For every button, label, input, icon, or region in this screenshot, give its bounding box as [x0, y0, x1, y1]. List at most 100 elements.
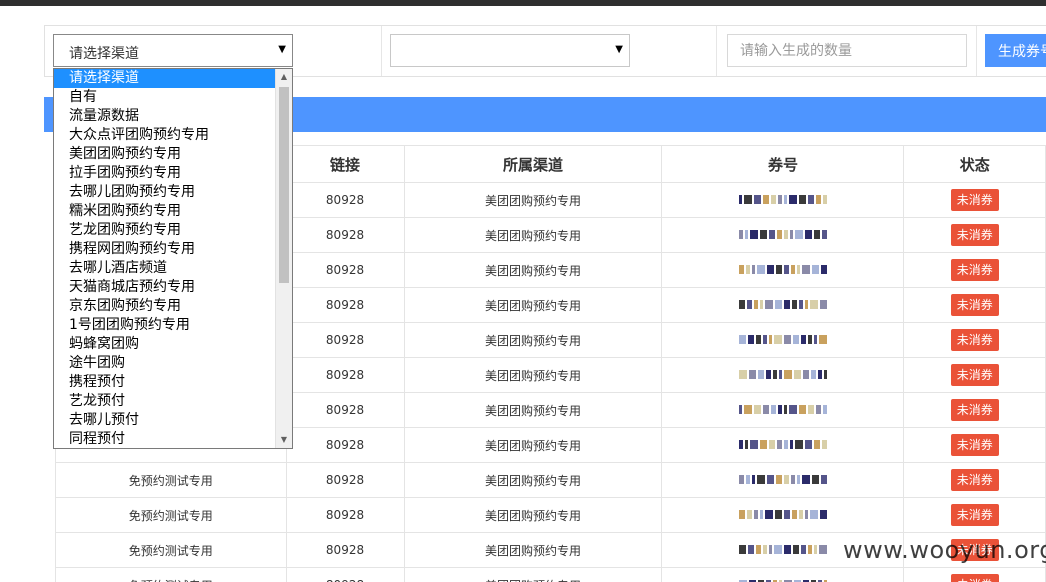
row-channel: 美团团购预约专用 [403, 182, 663, 218]
pixel-block [753, 195, 761, 204]
pixel-block [809, 300, 818, 309]
channel-dropdown-list[interactable]: 请选择渠道 自有 流量源数据 大众点评团购预约专用 美团团购预约专用 拉手团购预约专用 去哪… [53, 68, 293, 449]
channel-option[interactable]: 去哪儿团购预约专用 [54, 183, 292, 202]
pixel-block [738, 300, 745, 309]
pixel-block [775, 265, 782, 274]
pixel-block [815, 195, 821, 204]
status-badge[interactable]: 未消券 [950, 364, 999, 386]
channel-option[interactable]: 去哪儿酒店频道 [54, 259, 292, 278]
pixel-block [772, 370, 777, 379]
pixel-block [819, 510, 827, 519]
status-badge[interactable]: 未消券 [950, 189, 999, 211]
status-badge[interactable]: 未消券 [950, 224, 999, 246]
pixel-block [755, 545, 761, 554]
pixel-block [810, 370, 816, 379]
status-badge[interactable]: 未消券 [950, 504, 999, 526]
channel-option[interactable]: 1号团团购预约专用 [54, 316, 292, 335]
channel-option[interactable]: 拉手团购预约专用 [54, 164, 292, 183]
pixel-block [777, 405, 782, 414]
channel-option[interactable]: 糯米团购预约专用 [54, 202, 292, 221]
pixelated-code [729, 402, 837, 418]
channel-select[interactable]: 请选择渠道 ▼ [53, 34, 293, 67]
pixel-block [790, 265, 795, 274]
pixel-block [798, 195, 806, 204]
header-status: 状态 [903, 145, 1046, 183]
pixel-block [738, 230, 743, 239]
pixel-block [818, 545, 827, 554]
header-channel: 所属渠道 [403, 145, 663, 183]
pixel-block [798, 300, 803, 309]
row-name: 免预约测试专用 [55, 462, 287, 498]
pixel-block [751, 265, 755, 274]
pixel-block [764, 510, 773, 519]
row-channel: 美团团购预约专用 [403, 322, 663, 358]
channel-option[interactable]: 请选择渠道 [54, 69, 292, 88]
row-link: 80928 [285, 532, 405, 568]
pixel-block [756, 265, 765, 274]
dropdown-scrollbar[interactable]: ▲ ▼ [275, 69, 292, 448]
status-badge[interactable]: 未消券 [950, 329, 999, 351]
channel-option[interactable]: 蚂蜂窝团购 [54, 335, 292, 354]
row-channel: 美团团购预约专用 [403, 567, 663, 582]
row-link: 80928 [285, 287, 405, 323]
row-name: 免预约测试专用 [55, 567, 287, 582]
row-status: 未消券 [903, 462, 1046, 498]
channel-option[interactable]: 同程预付 [54, 430, 292, 448]
pixel-block [743, 405, 752, 414]
caret-down-icon: ▼ [278, 44, 286, 55]
channel-option[interactable]: 去哪儿预付 [54, 411, 292, 430]
row-link: 80928 [285, 182, 405, 218]
pixel-block [738, 475, 744, 484]
pixel-block [813, 545, 817, 554]
pixel-block [788, 195, 797, 204]
channel-option[interactable]: 流量源数据 [54, 107, 292, 126]
status-badge[interactable]: 未消券 [950, 259, 999, 281]
pixel-block [820, 475, 827, 484]
status-badge[interactable]: 未消券 [950, 574, 999, 582]
pixel-block [753, 405, 761, 414]
pixel-block [746, 510, 752, 519]
row-channel: 美团团购预约专用 [403, 392, 663, 428]
generate-codes-button[interactable]: 生成券号 [985, 34, 1046, 67]
channel-option[interactable]: 天猫商城店预约专用 [54, 278, 292, 297]
row-status: 未消券 [903, 567, 1046, 582]
pixel-block [759, 300, 763, 309]
channel-option[interactable]: 自有 [54, 88, 292, 107]
scroll-up-arrow-icon[interactable]: ▲ [276, 69, 292, 85]
row-channel: 美团团购预约专用 [403, 532, 663, 568]
pixel-block [783, 405, 787, 414]
channel-option[interactable]: 途牛团购 [54, 354, 292, 373]
pixel-block [747, 545, 754, 554]
channel-option[interactable]: 携程预付 [54, 373, 292, 392]
status-badge[interactable]: 未消券 [950, 399, 999, 421]
status-badge[interactable]: 未消券 [950, 469, 999, 491]
scroll-down-arrow-icon[interactable]: ▼ [276, 432, 292, 448]
pixel-block [815, 405, 821, 414]
row-status: 未消券 [903, 217, 1046, 253]
pixel-block [774, 510, 782, 519]
pixel-block [738, 335, 746, 344]
channel-option[interactable]: 美团团购预约专用 [54, 145, 292, 164]
filter-divider [716, 26, 717, 76]
pixel-block [751, 475, 755, 484]
status-badge[interactable]: 未消券 [950, 294, 999, 316]
scrollbar-thumb[interactable] [279, 87, 289, 283]
pixel-block [747, 335, 754, 344]
quantity-input[interactable] [727, 34, 967, 67]
pixel-block [791, 510, 797, 519]
status-badge[interactable]: 未消券 [950, 434, 999, 456]
channel-option[interactable]: 京东团购预约专用 [54, 297, 292, 316]
channel-option[interactable]: 艺龙预付 [54, 392, 292, 411]
channel-option[interactable]: 携程网团购预约专用 [54, 240, 292, 259]
type-select[interactable]: ▼ [390, 34, 630, 67]
channel-option[interactable]: 艺龙团购预约专用 [54, 221, 292, 240]
pixel-block [774, 300, 782, 309]
row-channel: 美团团购预约专用 [403, 217, 663, 253]
pixelated-code [729, 297, 837, 313]
channel-option[interactable]: 大众点评团购预约专用 [54, 126, 292, 145]
pixel-block [765, 370, 771, 379]
row-name: 免预约测试专用 [55, 532, 287, 568]
pixel-block [791, 300, 797, 309]
pixel-block [794, 230, 803, 239]
table-row: 免预约测试专用80928美团团购预约专用 未消券 [55, 462, 1046, 498]
